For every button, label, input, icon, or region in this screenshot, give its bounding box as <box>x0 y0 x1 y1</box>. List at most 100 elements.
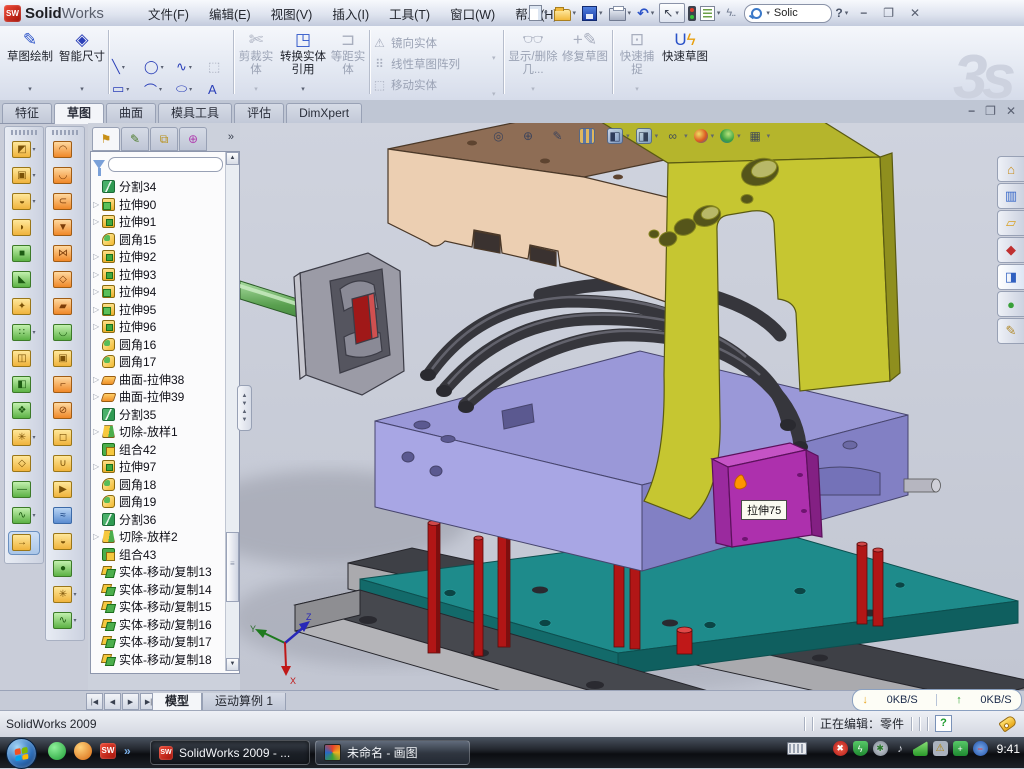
feature-tree-item[interactable]: ▷ 拉伸93 <box>91 266 224 284</box>
macro-button[interactable]: ϟ.. <box>725 3 736 23</box>
solid-cube-icon[interactable]: ■ ▾ <box>9 243 39 265</box>
taskbar-task-solidworks[interactable]: SW SolidWorks 2009 - ... <box>150 740 310 765</box>
toolbar-grip[interactable] <box>52 130 78 135</box>
pattern-icon[interactable]: ∷ ▾ <box>9 321 39 343</box>
line-tool[interactable]: ╲▾ <box>112 56 144 78</box>
elbow-icon[interactable]: ⌐ ▾ <box>50 374 80 396</box>
feature-tree-item[interactable]: ▷ 实体-移动/复制16 <box>91 616 224 634</box>
search-input[interactable]: Solic <box>774 7 798 19</box>
loft-surface-icon[interactable]: ⋈ ▾ <box>50 243 80 265</box>
scroll-down-button[interactable]: ▼ <box>226 658 239 671</box>
fillet-tool-icon[interactable]: ◒ ▾ <box>9 190 39 212</box>
filter-input[interactable] <box>108 157 223 172</box>
ellipse-tool[interactable]: ⬭▾ <box>176 78 208 100</box>
zoom-fit-icon[interactable]: ◎ ▾ <box>490 128 516 145</box>
offset-entities-button[interactable]: ⊐ 等距实体 <box>328 29 368 95</box>
spline-tool-icon[interactable]: ∿ ▾ <box>9 505 39 527</box>
feature-tree-item[interactable]: ▷ 分割35 <box>91 406 224 424</box>
dome-surface-icon[interactable]: ◡ ▾ <box>50 321 80 343</box>
app-quicklaunch-icon[interactable] <box>74 742 92 760</box>
property-manager-tab[interactable]: ✎ <box>121 127 149 151</box>
centerline-icon[interactable]: — ▾ <box>9 478 39 500</box>
rapid-sketch-button[interactable]: Uϟ 快速草图 <box>660 29 710 95</box>
print-button[interactable]: ▾ <box>608 3 635 23</box>
ribbon-tab[interactable]: 模具工具 <box>158 103 232 123</box>
network-warning-tray-icon[interactable]: ⚠ <box>933 741 948 756</box>
graphics-viewport[interactable]: Y Z X ◎ ▾ ⊕ ▾ ✎ ▾ ▾ <box>240 123 1024 690</box>
toolbar-grip[interactable] <box>11 130 37 135</box>
save-button[interactable]: ▾ <box>581 3 606 23</box>
safety-shield-tray-icon[interactable]: + <box>953 741 968 756</box>
home-tab-icon[interactable]: ⌂ <box>997 156 1024 182</box>
rebuild-button[interactable] <box>687 3 697 23</box>
menu-item[interactable]: 插入(I) <box>322 0 379 27</box>
combine-bodies-icon[interactable]: ◫ ▾ <box>9 348 39 370</box>
ribbon-tab[interactable]: 草图 <box>54 103 104 124</box>
expand-arrow-icon[interactable]: ▷ <box>93 200 102 209</box>
tab-nav-button[interactable]: ▶ <box>122 693 139 710</box>
spline-tool[interactable]: ∿▾ <box>176 56 208 78</box>
solidworks-quicklaunch-icon[interactable]: SW <box>100 743 116 759</box>
expand-arrow-icon[interactable]: ▷ <box>93 270 102 279</box>
move-copy-body-icon[interactable]: ❖ ▾ <box>9 400 39 422</box>
antivirus-tray-icon[interactable]: ϟ <box>853 741 868 756</box>
delete-face-icon[interactable]: ⊘ ▾ <box>50 400 80 422</box>
ribbon-tab[interactable]: 评估 <box>234 103 284 123</box>
shell-tool-icon[interactable]: ◗ ▾ <box>9 217 39 239</box>
new-document-button[interactable]: ▾ <box>528 3 551 23</box>
feature-tree-item[interactable]: ▷ 分割34 <box>91 178 224 196</box>
view-setting-more-icon[interactable]: ▦ ▾ <box>747 128 773 145</box>
feature-tree-item[interactable]: ▷ 曲面-拉伸39 <box>91 388 224 406</box>
status-help-button[interactable]: ? <box>935 715 952 732</box>
hole-wizard-icon[interactable]: ✦ ▾ <box>9 295 39 317</box>
expand-arrow-icon[interactable]: ▷ <box>93 322 102 331</box>
feature-tree-item[interactable]: ▷ 圆角15 <box>91 231 224 249</box>
close-button[interactable]: ✕ <box>903 4 927 22</box>
feature-tree-item[interactable]: ▷ 实体-移动/复制13 <box>91 563 224 581</box>
feature-tree-item[interactable]: ▷ 拉伸97 <box>91 458 224 476</box>
display-delete-relations-button[interactable]: 👓︎ 显示/删除几... ▾ <box>506 29 560 95</box>
scroll-up-button[interactable]: ▲ <box>226 152 239 165</box>
panel-splitter-handle[interactable]: ▲▼▲▼ <box>237 385 252 431</box>
trim-entities-button[interactable]: ✄ 剪裁实体 ▾ <box>236 29 276 95</box>
ribbon-tab[interactable]: 曲面 <box>106 103 156 123</box>
split-body-icon[interactable]: ◧ ▾ <box>9 374 39 396</box>
configuration-manager-tab[interactable]: ⧉ <box>150 127 178 151</box>
curve-icon[interactable]: ∿ ▾ <box>50 609 80 631</box>
menu-item[interactable]: 窗口(W) <box>440 0 505 27</box>
feature-tree-item[interactable]: ▷ 实体-移动/复制18 <box>91 651 224 669</box>
feature-tree-item[interactable]: ▷ 圆角17 <box>91 353 224 371</box>
options-button[interactable]: ▾ <box>699 3 724 23</box>
quicklaunch-chevron[interactable]: » <box>124 744 131 758</box>
planar-surface-icon[interactable]: ◇ ▾ <box>9 452 39 474</box>
expand-arrow-icon[interactable]: ▷ <box>93 287 102 296</box>
menu-item[interactable]: 视图(V) <box>261 0 323 27</box>
expand-arrow-icon[interactable]: ▷ <box>93 305 102 314</box>
feature-tree-item[interactable]: ▷ 拉伸96 <box>91 318 224 336</box>
ribbon-tab[interactable]: DimXpert <box>286 103 362 123</box>
file-explorer-tab-icon[interactable]: ◆ <box>997 237 1024 263</box>
mirror-entities-button[interactable]: ⚠ 镜向实体 <box>372 33 502 53</box>
search-box[interactable]: ▾ Solic <box>744 4 832 23</box>
tab-nav-button[interactable]: ◀ <box>104 693 121 710</box>
sync-status-tray-icon[interactable]: − <box>973 741 988 756</box>
feature-tree-item[interactable]: ▷ 分割36 <box>91 511 224 529</box>
cylinder-icon[interactable]: ● ▾ <box>50 557 80 579</box>
apply-scene-icon[interactable]: ▾ <box>720 129 743 143</box>
expand-arrow-icon[interactable]: ▷ <box>93 462 102 471</box>
network-signal-tray-icon[interactable] <box>913 741 928 756</box>
quick-snaps-button[interactable]: ⊡ 快速捕捉 ▾ <box>615 29 659 95</box>
expand-arrow-icon[interactable]: ▷ <box>93 217 102 226</box>
smart-dimension-button[interactable]: ◈ 智能尺寸 ▾ <box>56 29 108 95</box>
feature-tree-item[interactable]: ▷ 组合43 <box>91 546 224 564</box>
messenger-quicklaunch-icon[interactable] <box>48 742 66 760</box>
arc-tool[interactable]: ⌒▾ <box>144 78 176 100</box>
design-library-tab-icon[interactable]: ▱ <box>997 210 1024 236</box>
fillet-surface-icon[interactable]: ◒ ▾ <box>50 531 80 553</box>
start-button[interactable] <box>6 738 37 769</box>
trim-surface-icon[interactable]: ∪ ▾ <box>50 452 80 474</box>
c-channel-icon[interactable]: ⊂ ▾ <box>50 190 80 212</box>
display-style-icon[interactable]: ◨ ▾ <box>636 128 661 144</box>
cut-extrude-icon[interactable]: ▣ ▾ <box>9 164 39 186</box>
feature-tree-item[interactable]: ▷ 实体-移动/复制14 <box>91 581 224 599</box>
